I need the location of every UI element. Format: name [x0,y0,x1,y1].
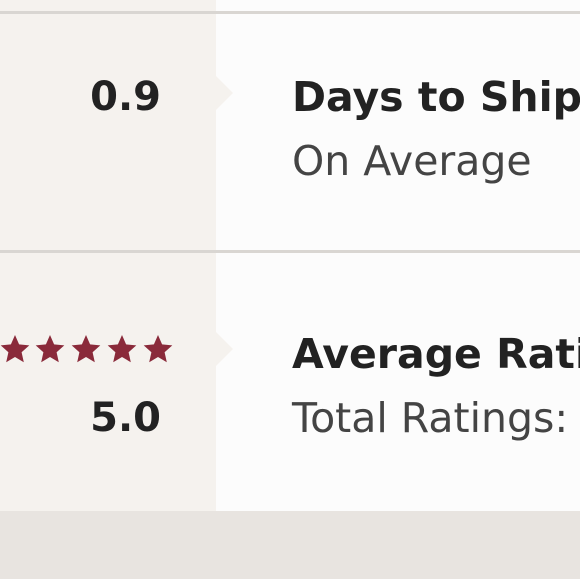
row-pointer-arrow [216,76,233,110]
page-background-footer [0,511,580,579]
total-ratings-label: Total Ratings: [292,394,569,442]
average-rating-heading: Average Rating [292,330,580,378]
star-icon [35,335,65,363]
star-icon [71,335,101,363]
row-pointer-arrow [216,332,233,366]
star-icon [143,335,173,363]
days-to-ship-value: 0.9 [90,74,161,120]
star-icon [107,335,137,363]
days-to-ship-subtext: On Average [292,137,532,185]
average-rating-value: 5.0 [90,395,161,441]
star-icon [0,335,30,363]
top-divider [0,11,580,14]
days-to-ship-heading: Days to Ship [292,73,580,121]
middle-divider [0,250,580,253]
shop-stats-card: 0.9 Days to Ship On Average 5.0 Average … [0,0,580,511]
